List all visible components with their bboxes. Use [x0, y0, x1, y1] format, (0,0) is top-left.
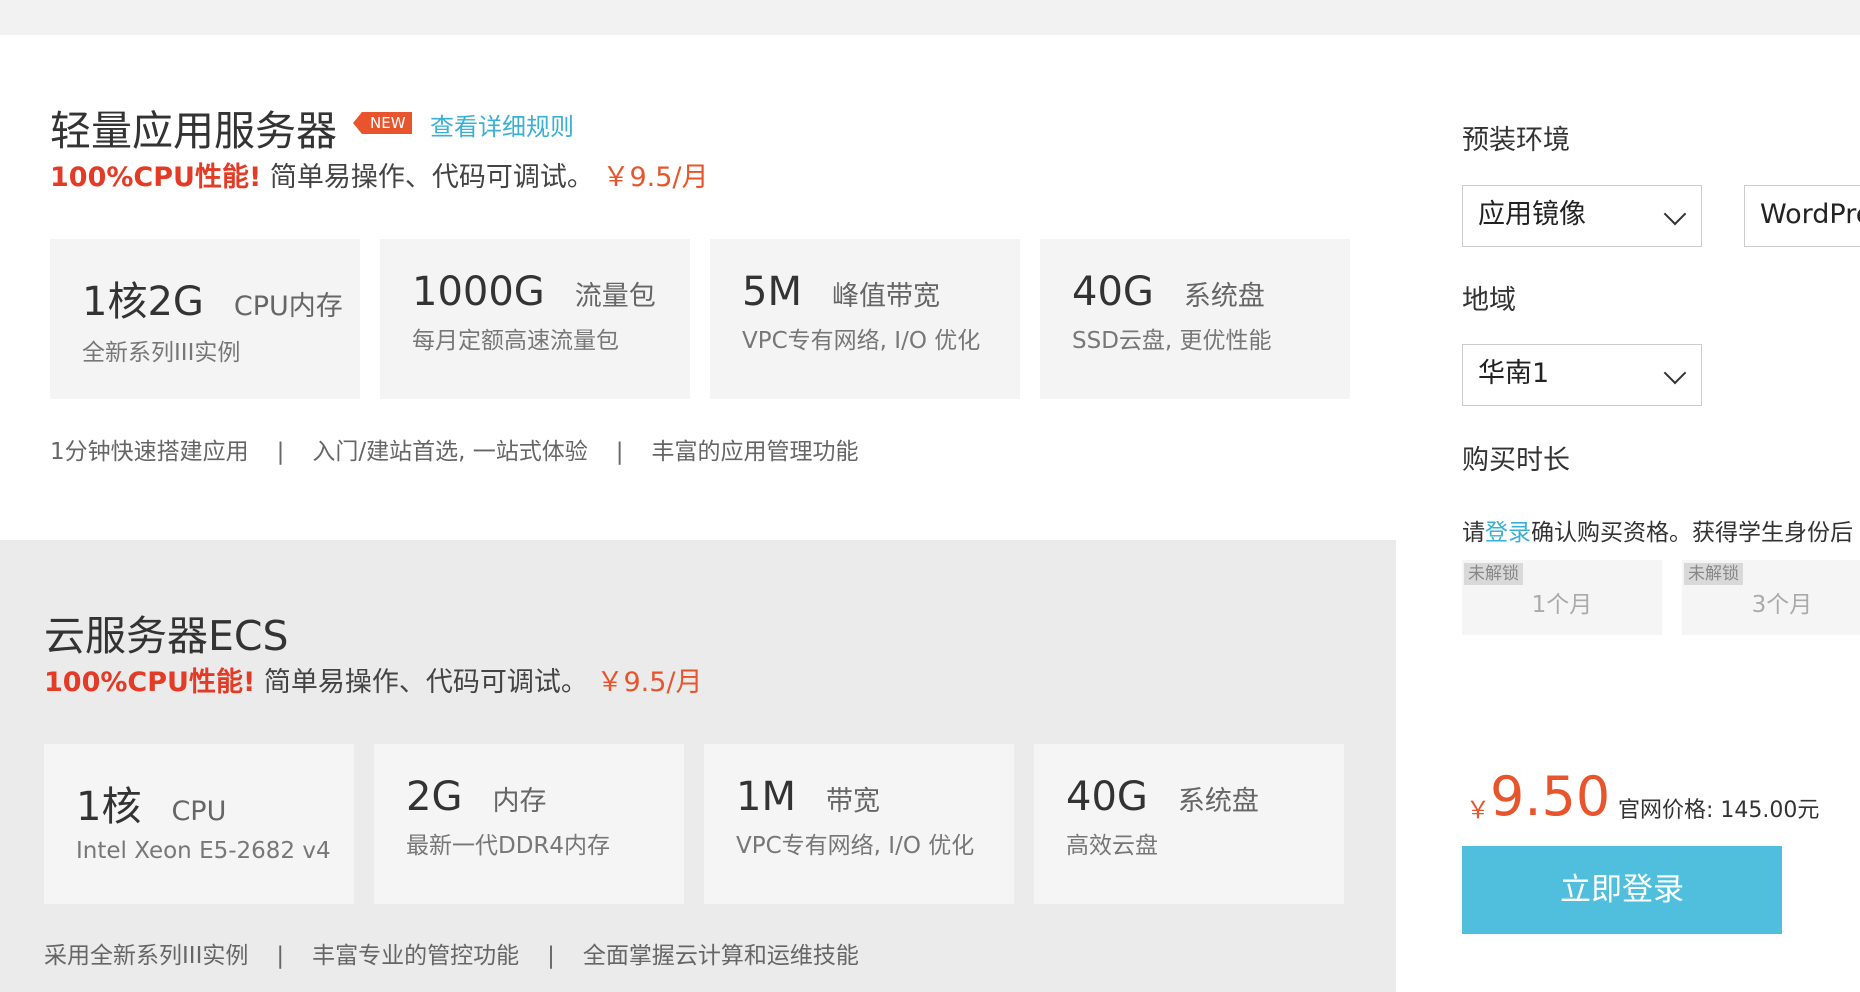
promo-highlight: 100%CPU性能!: [50, 162, 262, 193]
spec-card: 40G 系统盘 高效云盘: [1034, 744, 1344, 904]
image-type-value: 应用镜像: [1478, 199, 1586, 230]
locked-tag: 未解锁: [1684, 563, 1743, 585]
spec-detail: VPC专有网络, I/O 优化: [742, 328, 981, 354]
lite-features: 1分钟快速搭建应用 | 入门/建站首选, 一站式体验 | 丰富的应用管理功能: [50, 432, 859, 466]
promo-price: ￥9.5/月: [602, 162, 709, 193]
duration-label: 购买时长: [1462, 445, 1570, 476]
spec-card: 40G 系统盘 SSD云盘, 更优性能: [1040, 239, 1350, 399]
ecs-features: 采用全新系列III实例 | 丰富专业的管控功能 | 全面掌握云计算和运维技能: [44, 936, 859, 970]
spec-unit: 系统盘: [1177, 786, 1259, 817]
ecs-section: 云服务器ECS 100%CPU性能! 简单易操作、代码可调试。 ￥9.5/月 1…: [0, 540, 1396, 992]
duration-option-3-month[interactable]: 未解锁 3个月: [1682, 560, 1860, 635]
region-value: 华南1: [1478, 358, 1550, 389]
duration-option-label: 3个月: [1751, 592, 1813, 618]
image-name-select[interactable]: WordPre: [1744, 185, 1860, 247]
login-now-button[interactable]: 立即登录: [1462, 846, 1782, 934]
spec-detail: 全新系列III实例: [82, 340, 241, 366]
spec-detail: SSD云盘, 更优性能: [1072, 328, 1272, 354]
lite-title: 轻量应用服务器: [50, 107, 337, 155]
feature-item: 丰富的应用管理功能: [651, 439, 859, 465]
current-price: 9.50: [1490, 765, 1611, 828]
ecs-spec-cards: 1核 CPU Intel Xeon E5-2682 v4 2G 内存 最新一代DDR…: [44, 744, 1364, 904]
spec-unit: 系统盘: [1183, 281, 1265, 312]
lite-spec-cards: 1核2G CPU内存 全新系列III实例 1000G 流量包 每月定额高速流量包 5…: [50, 239, 1370, 399]
spec-card: 1核2G CPU内存 全新系列III实例: [50, 239, 360, 399]
feature-separator: |: [615, 439, 624, 465]
ecs-title: 云服务器ECS: [44, 612, 289, 660]
lite-server-section: 轻量应用服务器 NEW 查看详细规则 100%CPU性能! 简单易操作、代码可调…: [0, 35, 1396, 540]
feature-separator: |: [547, 943, 555, 969]
spec-card: 1M 带宽 VPC专有网络, I/O 优化: [704, 744, 1014, 904]
feature-item: 丰富专业的管控功能: [312, 943, 520, 969]
spec-value: 40G: [1066, 774, 1148, 820]
spec-card: 5M 峰值带宽 VPC专有网络, I/O 优化: [710, 239, 1020, 399]
spec-value: 1000G: [412, 269, 545, 315]
spec-unit: 带宽: [825, 786, 880, 817]
spec-unit: 峰值带宽: [831, 281, 940, 312]
feature-separator: |: [276, 439, 285, 465]
feature-item: 采用全新系列III实例: [44, 943, 249, 969]
currency-symbol: ￥: [1466, 796, 1490, 824]
spec-card: 1核 CPU Intel Xeon E5-2682 v4: [44, 744, 354, 904]
official-price: 官网价格: 145.00元: [1618, 798, 1820, 823]
spec-unit: 流量包: [574, 281, 656, 312]
region-label: 地域: [1462, 285, 1516, 316]
login-note-suffix: 确认购买资格。获得学生身份后: [1531, 520, 1853, 546]
login-link[interactable]: 登录: [1485, 520, 1531, 546]
promo-description: 简单易操作、代码可调试。: [269, 162, 594, 193]
feature-item: 1分钟快速搭建应用: [50, 439, 249, 465]
chevron-down-icon: [1663, 202, 1687, 226]
spec-detail: 最新一代DDR4内存: [406, 833, 611, 859]
spec-value: 1M: [736, 774, 796, 820]
region-select[interactable]: 华南1: [1462, 344, 1702, 406]
login-note: 请登录确认购买资格。获得学生身份后: [1462, 513, 1853, 547]
spec-value: 2G: [406, 774, 463, 820]
spec-card: 2G 内存 最新一代DDR4内存: [374, 744, 684, 904]
feature-item: 全面掌握云计算和运维技能: [582, 943, 859, 969]
lite-promo: 100%CPU性能! 简单易操作、代码可调试。 ￥9.5/月: [50, 155, 709, 194]
locked-tag: 未解锁: [1464, 563, 1523, 585]
spec-value: 1核: [76, 784, 142, 830]
spec-unit: CPU: [171, 796, 227, 827]
view-rules-link[interactable]: 查看详细规则: [430, 107, 574, 142]
promo-highlight: 100%CPU性能!: [44, 667, 256, 698]
spec-detail: VPC专有网络, I/O 优化: [736, 833, 975, 859]
spec-detail: 高效云盘: [1066, 833, 1158, 859]
login-note-prefix: 请: [1462, 520, 1485, 546]
spec-value: 5M: [742, 269, 802, 315]
image-name-value: WordPre: [1760, 199, 1860, 230]
spec-detail: Intel Xeon E5-2682 v4: [76, 838, 331, 864]
spec-value: 1核2G: [82, 279, 204, 325]
feature-separator: |: [276, 943, 285, 969]
feature-item: 入门/建站首选, 一站式体验: [312, 439, 588, 465]
ecs-promo: 100%CPU性能! 简单易操作、代码可调试。 ￥9.5/月: [44, 660, 703, 699]
chevron-down-icon: [1663, 361, 1687, 385]
duration-option-1-month[interactable]: 未解锁 1个月: [1462, 560, 1662, 635]
spec-detail: 每月定额高速流量包: [412, 328, 619, 354]
promo-price: ￥9.5/月: [596, 667, 703, 698]
duration-option-label: 1个月: [1531, 592, 1593, 618]
spec-value: 40G: [1072, 269, 1154, 315]
spec-card: 1000G 流量包 每月定额高速流量包: [380, 239, 690, 399]
preinstall-label: 预装环境: [1462, 125, 1570, 156]
spec-unit: 内存: [492, 786, 547, 817]
top-bar: [0, 0, 1860, 35]
image-type-select[interactable]: 应用镜像: [1462, 185, 1702, 247]
promo-description: 简单易操作、代码可调试。: [263, 667, 588, 698]
spec-unit: CPU内存: [233, 291, 343, 322]
new-badge: NEW: [353, 112, 412, 134]
